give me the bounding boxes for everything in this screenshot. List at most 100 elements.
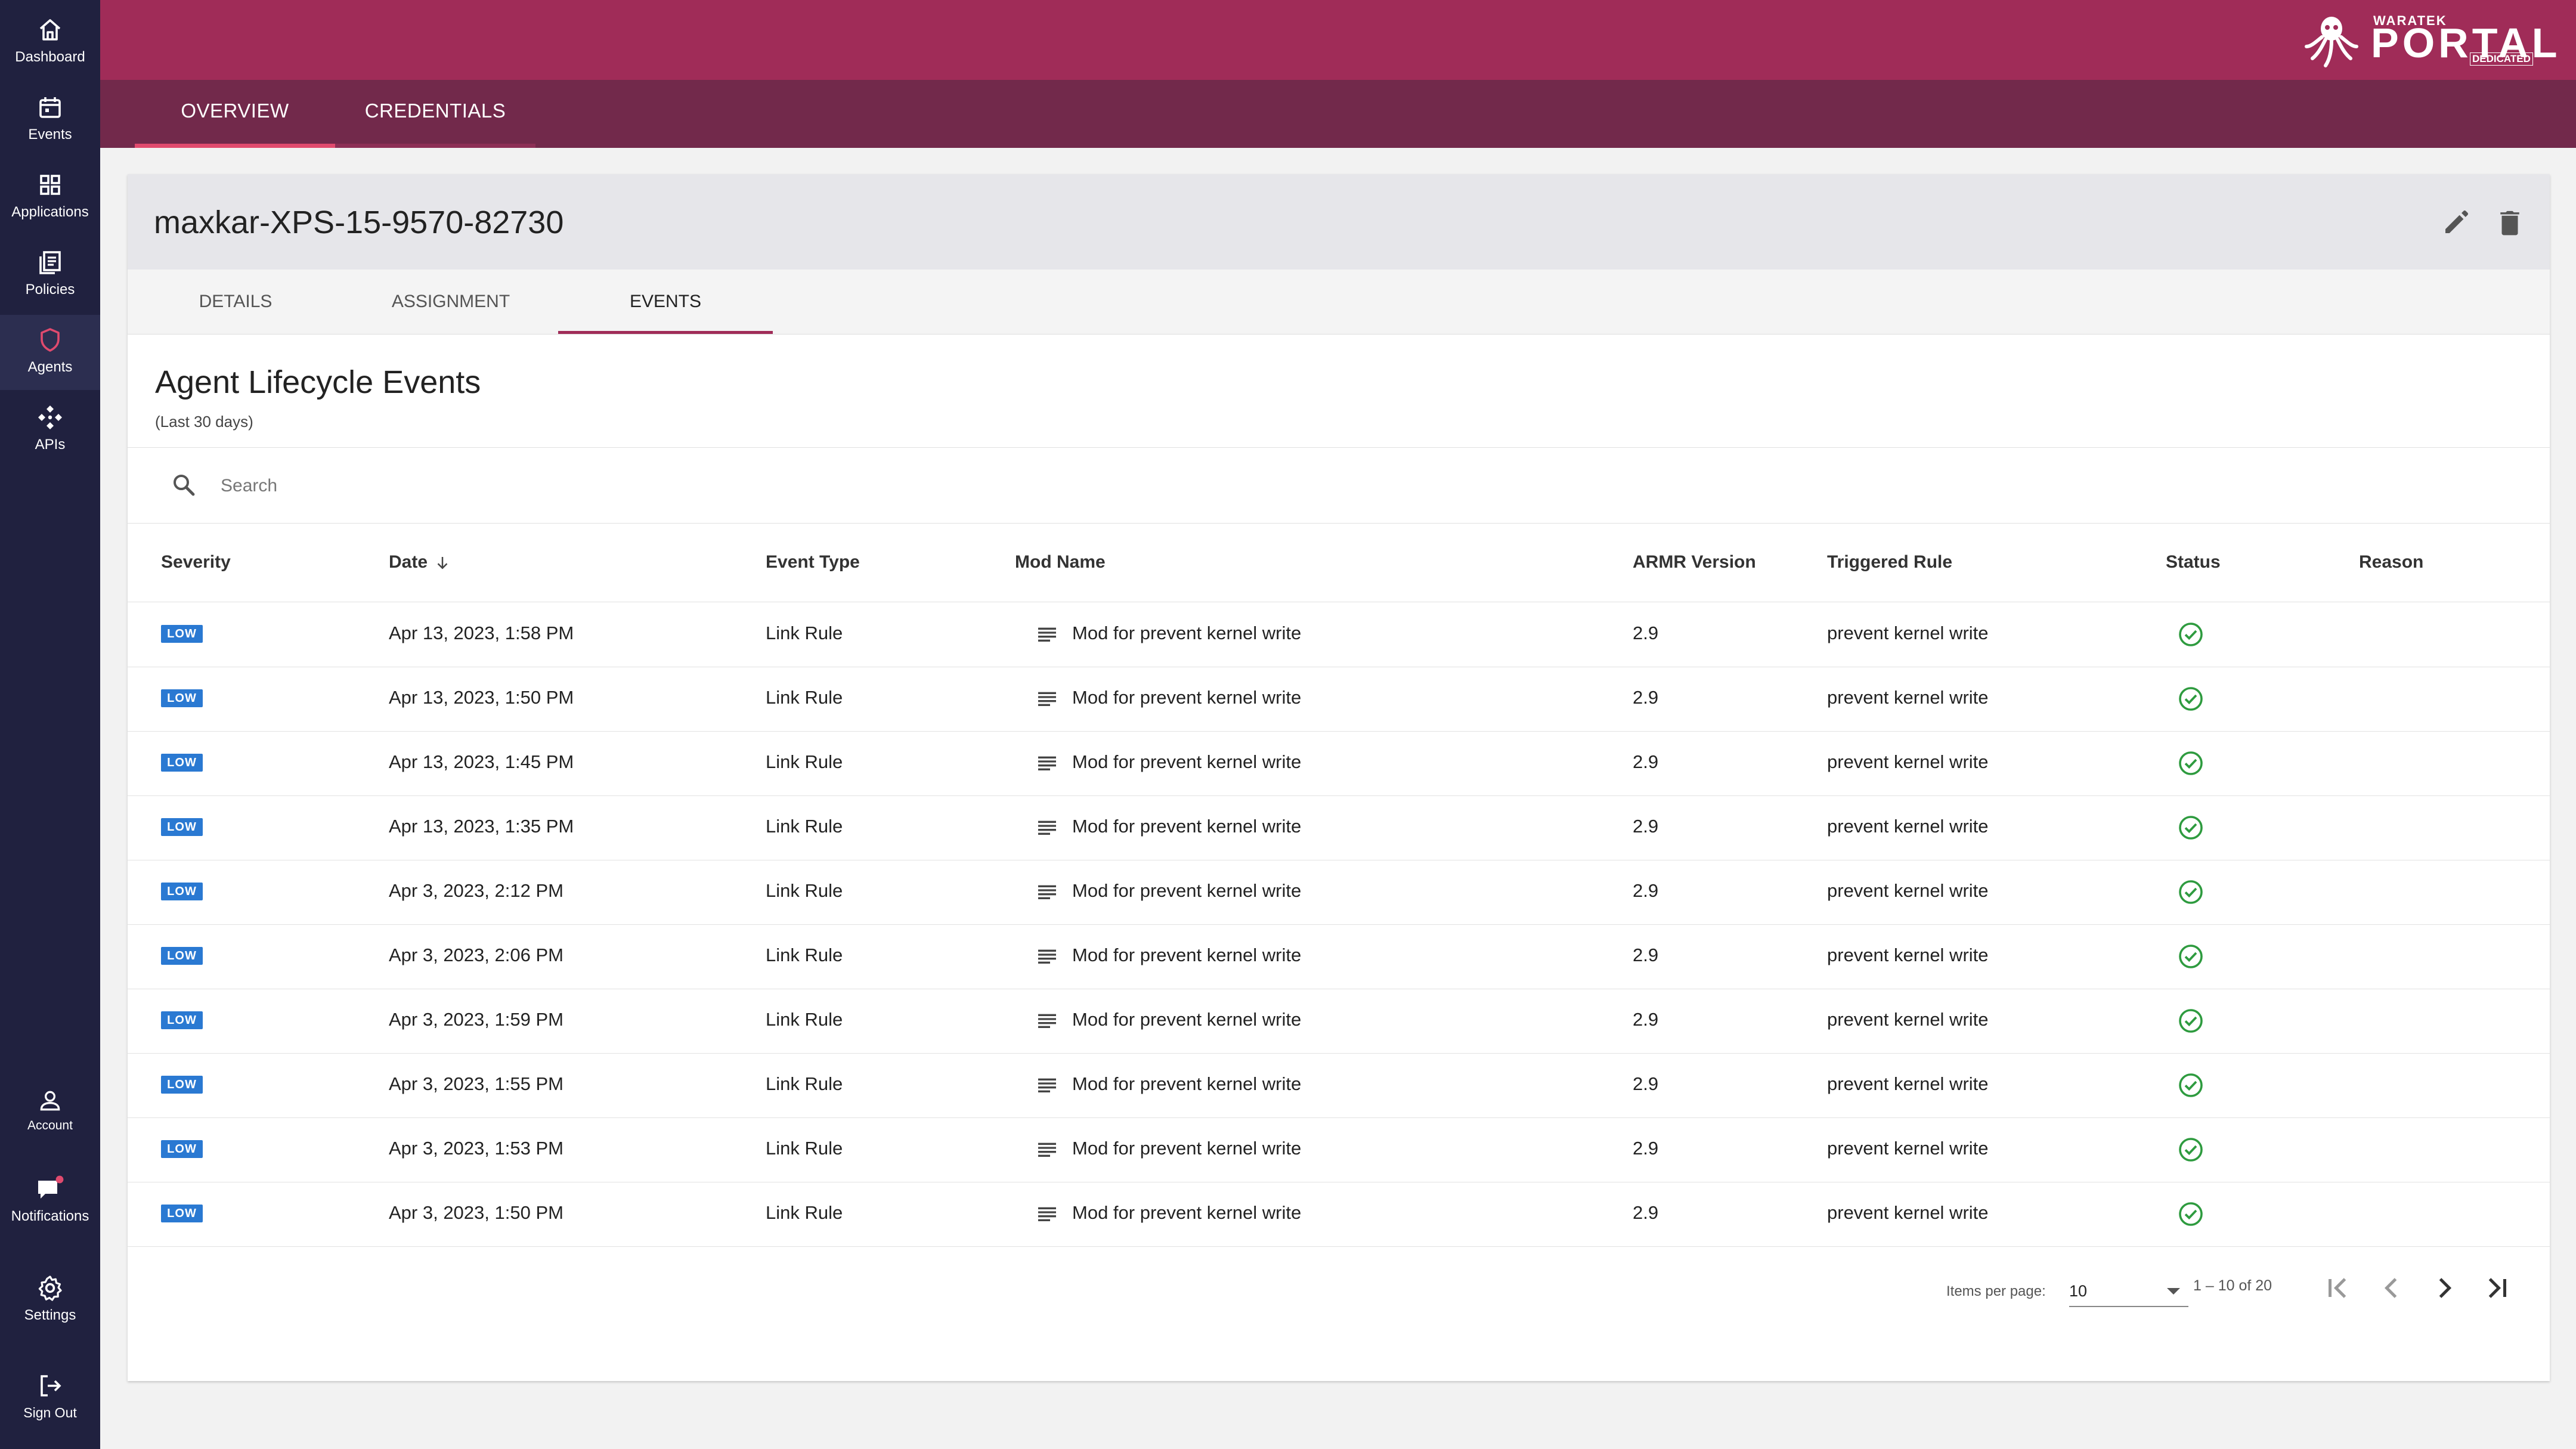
severity-badge: LOW bbox=[161, 1205, 203, 1222]
page-range: 1 – 10 of 20 bbox=[2193, 1277, 2272, 1294]
tab-label: CREDENTIALS bbox=[364, 100, 506, 122]
triggered-rule: prevent kernel write bbox=[1827, 623, 1989, 643]
section-title: Agent Lifecycle Events bbox=[155, 364, 481, 400]
event-date: Apr 3, 2023, 1:59 PM bbox=[389, 1009, 564, 1030]
check-circle-icon bbox=[2179, 880, 2203, 904]
calendar-icon bbox=[39, 97, 61, 118]
column-header-event-type[interactable]: Event Type bbox=[766, 552, 860, 572]
severity-badge: LOW bbox=[161, 754, 203, 772]
notes-icon bbox=[1038, 821, 1056, 835]
sidebar-item-label: APIs bbox=[35, 436, 66, 453]
event-type: Link Rule bbox=[766, 623, 843, 643]
severity-badge: LOW bbox=[161, 625, 203, 643]
table-row[interactable]: LOW Apr 13, 2023, 1:50 PM Link Rule Mod for… bbox=[128, 667, 2550, 732]
notes-icon bbox=[1038, 756, 1056, 770]
sidebar-item-dashboard[interactable]: Dashboard bbox=[0, 12, 100, 88]
event-type: Link Rule bbox=[766, 945, 843, 965]
event-type: Link Rule bbox=[766, 1138, 843, 1159]
table-row[interactable]: LOW Apr 13, 2023, 1:35 PM Link Rule Mod for… bbox=[128, 795, 2550, 860]
edit-icon[interactable] bbox=[2440, 206, 2472, 239]
mod-name-link[interactable]: Mod for prevent kernel write bbox=[1072, 880, 1301, 902]
sidebar-item-account[interactable]: Account bbox=[0, 1084, 100, 1160]
check-circle-icon bbox=[2179, 945, 2203, 968]
table-row[interactable]: LOW Apr 3, 2023, 2:12 PM Link Rule Mod for … bbox=[128, 860, 2550, 925]
column-header-triggered-rule[interactable]: Triggered Rule bbox=[1827, 552, 1952, 572]
event-date: Apr 3, 2023, 1:55 PM bbox=[389, 1073, 564, 1094]
triggered-rule: prevent kernel write bbox=[1827, 1202, 1989, 1223]
chevron-down-icon bbox=[2167, 1288, 2180, 1295]
column-header-label: Date bbox=[389, 552, 428, 572]
mod-name-link[interactable]: Mod for prevent kernel write bbox=[1072, 1073, 1301, 1095]
column-header-armr-version[interactable]: ARMR Version bbox=[1633, 552, 1756, 572]
notes-icon bbox=[1038, 627, 1056, 642]
column-header-status[interactable]: Status bbox=[2166, 552, 2221, 572]
mod-name-link[interactable]: Mod for prevent kernel write bbox=[1072, 687, 1301, 708]
table-row[interactable]: LOW Apr 3, 2023, 1:50 PM Link Rule Mod for … bbox=[128, 1182, 2550, 1247]
tab-details[interactable]: DETAILS bbox=[128, 270, 343, 334]
mod-name-link[interactable]: Mod for prevent kernel write bbox=[1072, 1009, 1301, 1030]
armr-version: 2.9 bbox=[1633, 623, 1659, 643]
sidebar-item-label: Sign Out bbox=[23, 1405, 77, 1420]
tab-credentials[interactable]: CREDENTIALS bbox=[335, 80, 535, 148]
logo-badge: DEDICATED bbox=[2470, 52, 2533, 66]
table-row[interactable]: LOW Apr 3, 2023, 1:59 PM Link Rule Mod for … bbox=[128, 989, 2550, 1054]
event-date: Apr 13, 2023, 1:58 PM bbox=[389, 623, 574, 643]
event-type: Link Rule bbox=[766, 1202, 843, 1223]
sidebar-item-apis[interactable]: APIs bbox=[0, 400, 100, 476]
sidebar-item-applications[interactable]: Applications bbox=[0, 167, 100, 243]
triggered-rule: prevent kernel write bbox=[1827, 945, 1989, 965]
mod-name-link[interactable]: Mod for prevent kernel write bbox=[1072, 1138, 1301, 1159]
table-row[interactable]: LOW Apr 3, 2023, 2:06 PM Link Rule Mod for … bbox=[128, 924, 2550, 989]
table-row[interactable]: LOW Apr 3, 2023, 1:53 PM Link Rule Mod for … bbox=[128, 1117, 2550, 1182]
tab-events[interactable]: EVENTS bbox=[558, 270, 773, 334]
mod-name-link[interactable]: Mod for prevent kernel write bbox=[1072, 623, 1301, 644]
sidebar-item-notifications[interactable]: Notifications bbox=[0, 1172, 100, 1249]
mod-name-link[interactable]: Mod for prevent kernel write bbox=[1072, 751, 1301, 773]
check-circle-icon bbox=[2179, 816, 2203, 840]
column-header-severity[interactable]: Severity bbox=[161, 552, 231, 572]
event-date: Apr 3, 2023, 2:06 PM bbox=[389, 945, 564, 965]
table-row[interactable]: LOW Apr 13, 2023, 1:58 PM Link Rule Mod for… bbox=[128, 602, 2550, 667]
table-row[interactable]: LOW Apr 13, 2023, 1:45 PM Link Rule Mod for… bbox=[128, 731, 2550, 796]
search-input[interactable] bbox=[219, 470, 937, 501]
sidebar-item-policies[interactable]: Policies bbox=[0, 244, 100, 321]
agent-tab-bar: DETAILS ASSIGNMENT EVENTS bbox=[128, 270, 2550, 335]
gear-icon bbox=[38, 1275, 62, 1301]
mod-name-link[interactable]: Mod for prevent kernel write bbox=[1072, 816, 1301, 837]
severity-badge: LOW bbox=[161, 1140, 203, 1158]
triggered-rule: prevent kernel write bbox=[1827, 816, 1989, 837]
tab-label: DETAILS bbox=[199, 292, 273, 311]
column-header-mod-name[interactable]: Mod Name bbox=[1015, 552, 1106, 572]
next-page-icon[interactable] bbox=[2427, 1270, 2463, 1306]
tab-assignment[interactable]: ASSIGNMENT bbox=[343, 270, 558, 334]
agent-card: maxkar-XPS-15-9570-82730 DETAILS ASSIGNM… bbox=[128, 174, 2550, 1381]
notes-icon bbox=[1038, 1143, 1056, 1157]
chat-icon bbox=[38, 1175, 64, 1199]
delete-icon[interactable] bbox=[2494, 206, 2526, 239]
previous-page-icon[interactable] bbox=[2373, 1270, 2409, 1306]
mod-name-link[interactable]: Mod for prevent kernel write bbox=[1072, 945, 1301, 966]
table-row[interactable]: LOW Apr 3, 2023, 1:55 PM Link Rule Mod for … bbox=[128, 1053, 2550, 1118]
last-page-icon[interactable] bbox=[2479, 1270, 2515, 1306]
first-page-icon[interactable] bbox=[2320, 1270, 2355, 1306]
notes-icon bbox=[1038, 885, 1056, 899]
severity-badge: LOW bbox=[161, 1011, 203, 1029]
tab-overview[interactable]: OVERVIEW bbox=[135, 80, 335, 148]
notes-icon bbox=[1038, 692, 1056, 706]
column-header-date[interactable]: Date bbox=[389, 552, 451, 572]
items-per-page-select[interactable]: 10 bbox=[2069, 1276, 2188, 1307]
check-circle-icon bbox=[2179, 1009, 2203, 1033]
armr-version: 2.9 bbox=[1633, 945, 1659, 965]
sidebar-item-sign-out[interactable]: Sign Out bbox=[0, 1369, 100, 1449]
arrow-down-icon bbox=[437, 557, 448, 569]
sidebar-item-agents[interactable]: Agents bbox=[0, 315, 100, 390]
octopus-icon bbox=[2305, 17, 2358, 67]
mod-name-link[interactable]: Mod for prevent kernel write bbox=[1072, 1202, 1301, 1224]
column-header-reason[interactable]: Reason bbox=[2359, 552, 2423, 572]
event-type: Link Rule bbox=[766, 880, 843, 901]
shield-icon bbox=[41, 328, 60, 352]
sidebar-item-settings[interactable]: Settings bbox=[0, 1270, 100, 1346]
sidebar-item-events[interactable]: Events bbox=[0, 89, 100, 166]
sidebar-item-label: Policies bbox=[25, 281, 75, 298]
armr-version: 2.9 bbox=[1633, 751, 1659, 772]
